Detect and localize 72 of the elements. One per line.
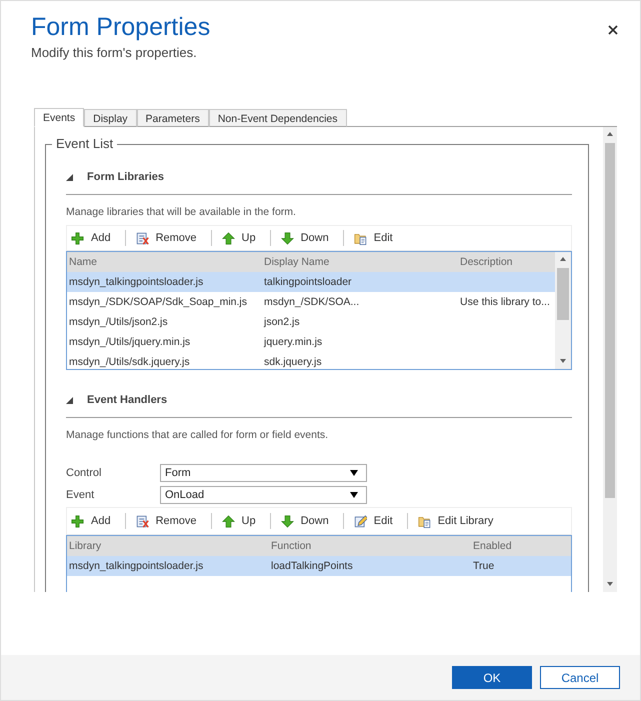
folder-document-icon <box>418 514 431 528</box>
collapse-triangle-icon[interactable] <box>66 396 73 404</box>
table-row[interactable]: msdyn_/Utils/sdk.jquery.js sdk.jquery.js <box>67 352 555 369</box>
column-header[interactable]: Library <box>67 540 269 552</box>
up-arrow-icon <box>222 232 235 244</box>
scrollbar[interactable] <box>603 127 617 592</box>
tab[interactable]: Parameters <box>136 109 209 127</box>
toolbar-button[interactable]: Down <box>280 228 335 248</box>
pencil-document-icon <box>354 514 367 528</box>
table-row[interactable]: msdyn_/Utils/json2.js json2.js <box>67 312 555 332</box>
toolbar-button[interactable]: Up <box>222 511 262 531</box>
toolbar-button[interactable]: Up <box>222 228 262 248</box>
toolbar-button[interactable]: Add <box>71 228 117 248</box>
section-title: Event Handlers <box>87 394 168 406</box>
table-row[interactable]: msdyn_talkingpointsloader.js loadTalkingPoints True <box>67 556 571 576</box>
table-cell-text: msdyn_talkingpointsloader.js <box>68 560 204 572</box>
plus-icon <box>71 514 84 528</box>
toolbar-button[interactable]: Remove <box>136 511 203 531</box>
table-row[interactable]: msdyn_/Utils/jquery.min.js jquery.min.js <box>67 332 555 352</box>
table-cell-text: msdyn_/Utils/sdk.jquery.js <box>68 356 191 368</box>
tab[interactable]: Display <box>84 109 137 127</box>
toolbar-button[interactable]: Add <box>71 511 117 531</box>
table-cell-text: True <box>472 560 496 572</box>
close-icon[interactable] <box>608 25 618 35</box>
field-label: Event <box>66 489 96 501</box>
table-row[interactable]: msdyn_/SDK/SOAP/Sdk_Soap_min.js msdyn_/SDK/SOA... Use this library to... <box>67 292 555 312</box>
toolbar-button[interactable]: Remove <box>136 228 203 248</box>
down-arrow-icon <box>280 514 294 528</box>
column-header[interactable]: Description <box>458 256 555 268</box>
field-label: Control <box>66 467 102 479</box>
table-row[interactable]: msdyn_talkingpointsloader.js talkingpointsloader <box>67 272 555 292</box>
table-cell-text: json2.js <box>262 316 301 328</box>
table-cell-text: sdk.jquery.js <box>263 356 323 368</box>
dropdown[interactable]: Form <box>160 464 367 482</box>
section-description: Manage functions that are called for form or field events. <box>66 429 330 441</box>
document-cross-icon <box>136 514 149 528</box>
group-legend: Event List <box>52 136 118 151</box>
document-cross-icon <box>136 232 149 244</box>
table-cell-text: msdyn_/Utils/jquery.min.js <box>68 336 192 348</box>
section-title: Form Libraries <box>87 171 164 183</box>
caret-icon <box>350 470 358 476</box>
section-description: Manage libraries that will be available in the form. <box>66 206 297 218</box>
tab[interactable]: Events <box>34 108 84 127</box>
table-cell-text: msdyn_/SDK/SOAP/Sdk_Soap_min.js <box>68 296 248 308</box>
column-header[interactable]: Name <box>67 256 262 268</box>
column-header[interactable]: Function <box>269 540 471 552</box>
table-cell-text: jquery.min.js <box>262 336 324 348</box>
ok-button[interactable]: OK <box>452 666 532 689</box>
caret-icon <box>350 492 358 498</box>
toolbar-button[interactable]: Edit <box>354 228 399 248</box>
table-cell-text: loadTalkingPoints <box>270 560 354 572</box>
dropdown[interactable]: OnLoad <box>160 486 367 504</box>
collapse-triangle-icon[interactable] <box>66 174 73 180</box>
table-cell-text: msdyn_/Utils/json2.js <box>68 316 169 328</box>
table-cell-text: talkingpointsloader <box>263 276 353 288</box>
plus-icon <box>71 232 84 244</box>
toolbar-button[interactable]: Edit <box>354 511 399 531</box>
cancel-button[interactable]: Cancel <box>540 666 620 689</box>
down-arrow-icon <box>280 232 294 244</box>
toolbar-button[interactable]: Down <box>280 511 335 531</box>
scrollbar[interactable] <box>555 252 571 369</box>
up-arrow-icon <box>222 514 235 528</box>
tab[interactable]: Non-Event Dependencies <box>208 109 346 127</box>
toolbar-button[interactable]: Edit Library <box>418 511 500 531</box>
folder-document-icon <box>354 232 367 244</box>
dialog-title: Form Properties <box>31 12 210 42</box>
column-header[interactable]: Display Name <box>262 256 458 268</box>
table-cell-text: msdyn_talkingpointsloader.js <box>68 276 204 288</box>
table-cell-text: Use this library to... <box>459 296 551 308</box>
dialog-subtitle: Modify this form's properties. <box>31 45 198 60</box>
column-header[interactable]: Enabled <box>471 540 571 552</box>
table-cell-text: msdyn_/SDK/SOA... <box>263 296 360 308</box>
